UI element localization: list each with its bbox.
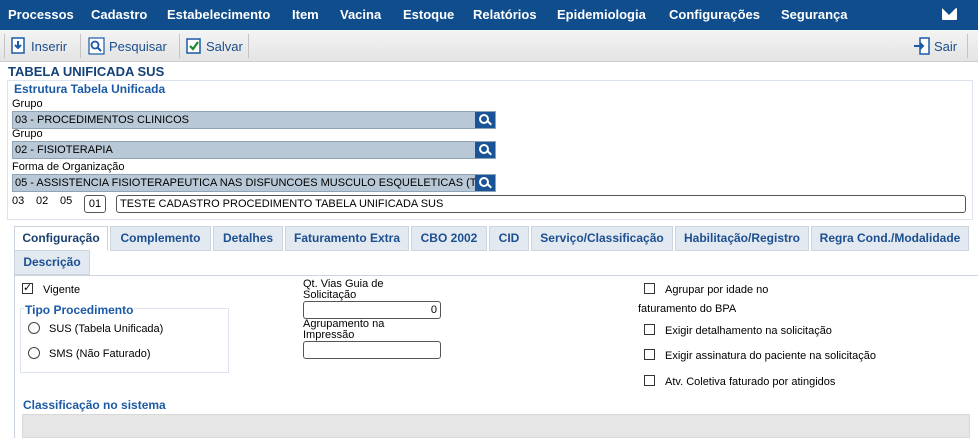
- code-grupo: 03: [12, 195, 25, 207]
- save-label: Salvar: [206, 38, 243, 54]
- search-icon[interactable]: [475, 175, 495, 191]
- tab-faturamento-extra[interactable]: Faturamento Extra: [285, 226, 409, 251]
- search-icon[interactable]: [475, 112, 495, 128]
- menu-item[interactable]: Item: [292, 7, 319, 22]
- exigir-detalhamento-checkbox[interactable]: [644, 324, 655, 335]
- agrupar-idade-checkbox[interactable]: [644, 283, 655, 294]
- toolbar-separator: [967, 34, 968, 58]
- toolbar-separator: [179, 34, 180, 58]
- menu-estabelecimento[interactable]: Estabelecimento: [167, 7, 270, 22]
- toolbar-separator: [248, 34, 249, 58]
- agrupamento-input[interactable]: [303, 341, 441, 359]
- sms-radio-label: SMS (Não Faturado): [49, 348, 151, 360]
- procedimento-code-input[interactable]: 01: [84, 195, 106, 213]
- tipo-procedimento-group: [20, 308, 229, 373]
- search-icon: [88, 37, 105, 55]
- menu-relatorios[interactable]: Relatórios: [473, 7, 537, 22]
- tipo-procedimento-legend: Tipo Procedimento: [24, 303, 135, 317]
- classificacao-area: [22, 414, 970, 438]
- vigente-checkbox[interactable]: [22, 281, 33, 295]
- vigente-label: Vigente: [43, 284, 81, 296]
- tab-detalhes[interactable]: Detalhes: [213, 226, 283, 251]
- tab-habilitacao-registro[interactable]: Habilitação/Registro: [675, 226, 809, 251]
- qt-vias-input[interactable]: 0: [303, 301, 441, 319]
- insert-button[interactable]: Inserir: [10, 35, 67, 57]
- agrupar-idade-label-2: faturamento do BPA: [638, 303, 737, 315]
- forma-organizacao-label: Forma de Organização: [12, 161, 125, 173]
- atv-coletiva-checkbox[interactable]: [644, 375, 655, 386]
- menu-epidemiologia[interactable]: Epidemiologia: [557, 7, 646, 22]
- grupo-value: 03 - PROCEDIMENTOS CLINICOS: [15, 114, 189, 126]
- tab-regra-cond-modalidade[interactable]: Regra Cond./Modalidade: [811, 226, 969, 251]
- estrutura-legend: Estrutura Tabela Unificada: [14, 82, 166, 96]
- menu-vacina[interactable]: Vacina: [340, 7, 381, 22]
- exigir-assinatura-checkbox[interactable]: [644, 349, 655, 360]
- grupo-select[interactable]: 03 - PROCEDIMENTOS CLINICOS: [12, 111, 496, 129]
- procedimento-name-input[interactable]: TESTE CADASTRO PROCEDIMENTO TABELA UNIFI…: [116, 195, 966, 213]
- menu-estoque[interactable]: Estoque: [403, 7, 454, 22]
- grupo-label: Grupo: [12, 98, 43, 110]
- exit-label: Sair: [934, 38, 958, 54]
- save-icon: [185, 37, 202, 55]
- sms-radio[interactable]: [28, 347, 40, 359]
- page-title: TABELA UNIFICADA SUS: [8, 64, 165, 79]
- search-button[interactable]: Pesquisar: [88, 35, 167, 57]
- tab-cid[interactable]: CID: [489, 226, 529, 251]
- atv-coletiva-label: Atv. Coletiva faturado por atingidos: [665, 376, 836, 388]
- tab-complemento[interactable]: Complemento: [110, 226, 211, 251]
- subgrupo-label: Grupo: [12, 128, 43, 140]
- toolbar-separator: [4, 34, 5, 58]
- menu-cadastro[interactable]: Cadastro: [91, 7, 147, 22]
- subgrupo-value: 02 - FISIOTERAPIA: [15, 144, 113, 156]
- subgrupo-select[interactable]: 02 - FISIOTERAPIA: [12, 141, 496, 159]
- forma-organizacao-select[interactable]: 05 - ASSISTENCIA FISIOTERAPEUTICA NAS DI…: [12, 174, 496, 192]
- main-menu-bar: Processos Cadastro Estabelecimento Item …: [0, 0, 978, 30]
- code-subgrupo: 02: [36, 195, 49, 207]
- sus-radio-label: SUS (Tabela Unificada): [49, 323, 164, 335]
- envelope-icon[interactable]: [942, 8, 957, 20]
- menu-seguranca[interactable]: Segurança: [781, 7, 847, 22]
- code-forma: 05: [60, 195, 73, 207]
- insert-icon: [10, 37, 27, 55]
- exigir-assinatura-label: Exigir assinatura do paciente na solicit…: [665, 350, 876, 362]
- classificacao-legend: Classificação no sistema: [23, 398, 166, 412]
- tab-servico-classificacao[interactable]: Serviço/Classificação: [531, 226, 673, 251]
- search-label: Pesquisar: [109, 38, 167, 54]
- agrupamento-label-2: Impressão: [303, 329, 355, 341]
- toolbar: Inserir Pesquisar Salvar Sair: [0, 30, 978, 62]
- exit-icon: [913, 37, 930, 55]
- insert-label: Inserir: [31, 38, 68, 54]
- menu-processos[interactable]: Processos: [8, 7, 74, 22]
- agrupar-idade-label-1: Agrupar por idade no: [665, 284, 769, 296]
- search-icon[interactable]: [475, 142, 495, 158]
- toolbar-separator: [80, 34, 81, 58]
- forma-organizacao-value: 05 - ASSISTENCIA FISIOTERAPEUTICA NAS DI…: [15, 177, 496, 189]
- exit-button[interactable]: Sair: [913, 35, 957, 57]
- menu-configuracoes[interactable]: Configurações: [669, 7, 760, 22]
- sus-radio[interactable]: [28, 322, 40, 334]
- save-button[interactable]: Salvar: [185, 35, 243, 57]
- tab-descricao[interactable]: Descrição: [14, 250, 90, 275]
- qt-vias-label-2: Solicitação: [303, 289, 357, 301]
- exigir-detalhamento-label: Exigir detalhamento na solicitação: [665, 325, 832, 337]
- tab-cbo-2002[interactable]: CBO 2002: [411, 226, 487, 251]
- tab-configuracao[interactable]: Configuração: [14, 226, 108, 251]
